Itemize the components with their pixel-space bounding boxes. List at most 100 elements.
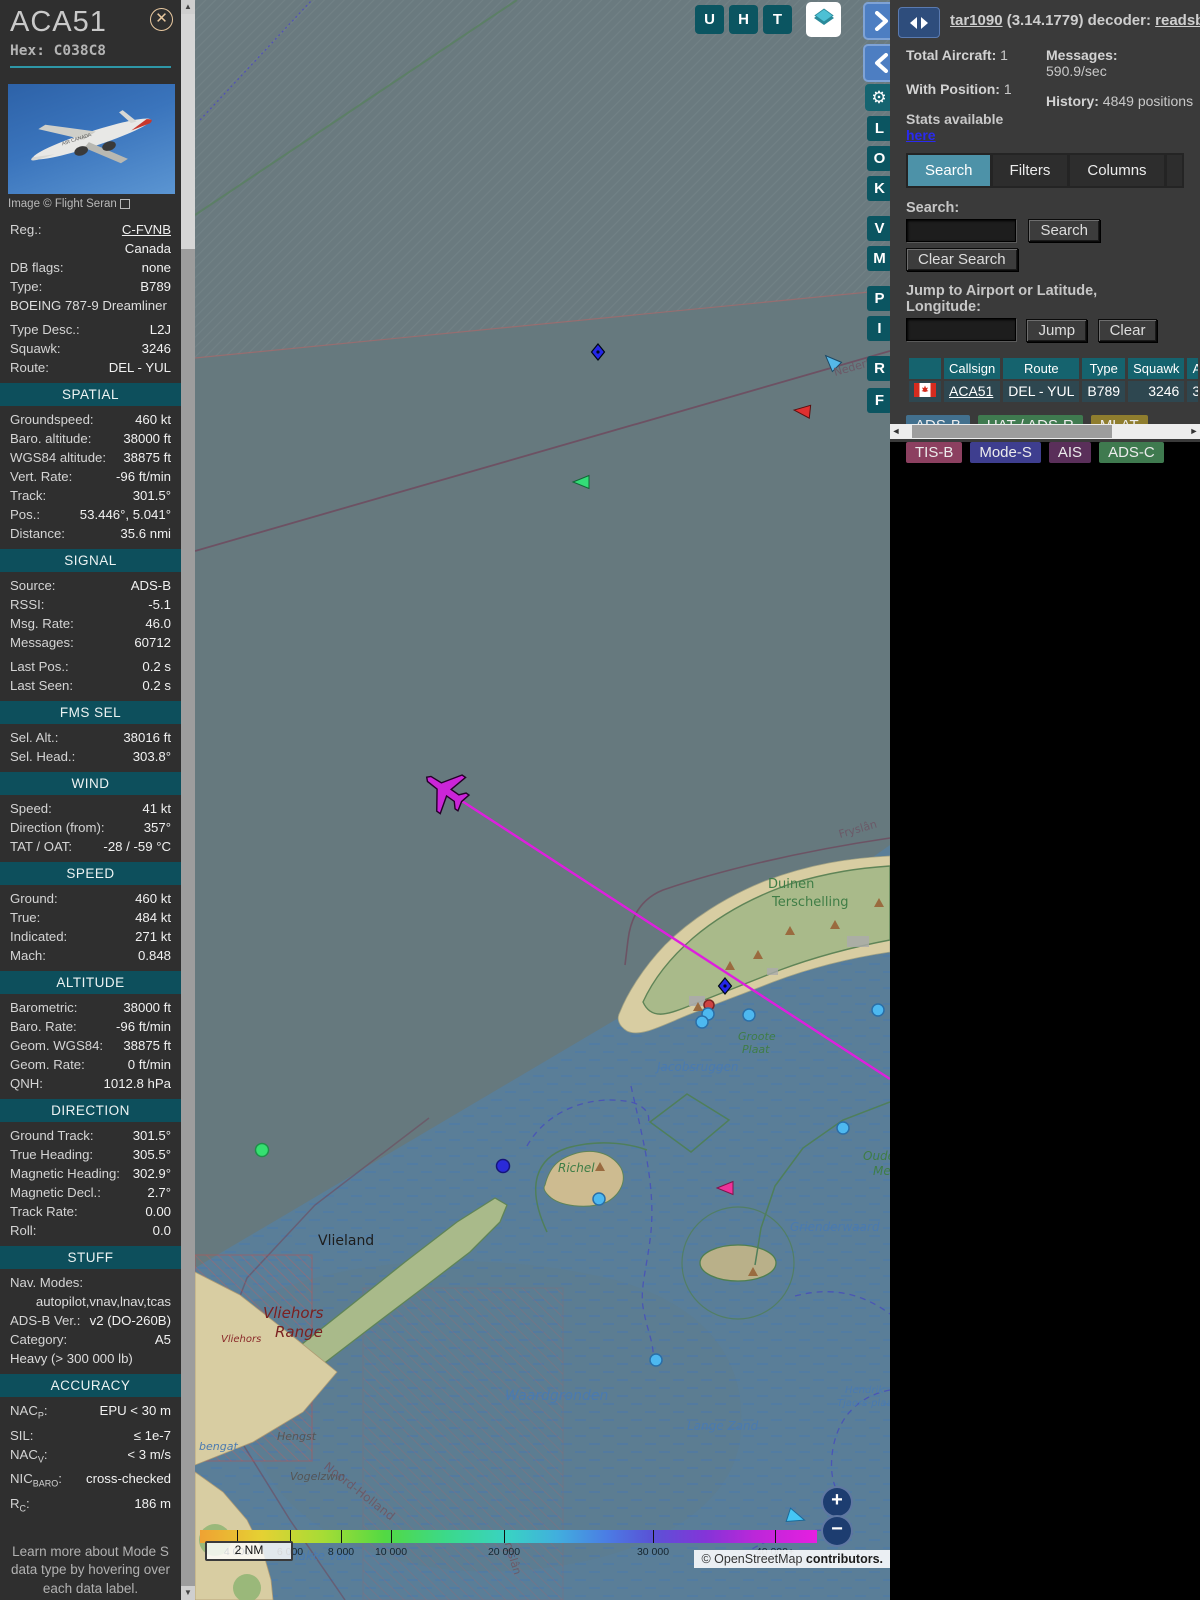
data-value: 302.9° <box>132 1166 171 1181</box>
data-label: Category: <box>10 1332 68 1347</box>
aircraft-photo[interactable]: AIR CANADA <box>8 84 175 194</box>
scroll-up-icon[interactable]: ▲ <box>181 0 195 14</box>
data-label: Sel. Alt.: <box>10 730 59 745</box>
data-label: NACP: <box>10 1403 48 1421</box>
map-button-P[interactable]: P <box>867 286 892 311</box>
section-header: SIGNAL <box>0 549 181 572</box>
jump-input[interactable] <box>906 318 1016 342</box>
zoom-in-button[interactable]: + <box>821 1486 853 1518</box>
zoom-out-button[interactable]: − <box>821 1515 853 1547</box>
scrollbar-thumb[interactable] <box>181 14 195 249</box>
data-label: NACV: <box>10 1446 48 1465</box>
callsign-link[interactable]: ACA51 <box>949 383 993 399</box>
close-icon[interactable]: ✕ <box>150 8 173 31</box>
data-row: Ground: 460 kt <box>0 889 181 908</box>
aircraft-marker[interactable] <box>695 1015 709 1029</box>
data-row: Sel. Head.: 303.8° <box>0 747 181 766</box>
data-label: QNH: <box>10 1076 43 1091</box>
data-label: Squawk: <box>10 341 61 356</box>
data-row: Geom. Rate: 0 ft/min <box>0 1055 181 1074</box>
data-label: Ground Track: <box>10 1128 94 1143</box>
jump-clear-button[interactable]: Clear <box>1097 318 1158 342</box>
data-label: Track Rate: <box>10 1204 78 1219</box>
map-button-T[interactable]: T <box>763 5 792 34</box>
scroll-down-icon[interactable]: ▼ <box>181 1586 195 1600</box>
jump-button[interactable]: Jump <box>1026 318 1088 342</box>
map-button-M[interactable]: M <box>867 246 892 271</box>
map-attribution[interactable]: © OpenStreetMap contributors. <box>694 1550 890 1568</box>
column-header[interactable]: Route <box>1003 357 1080 379</box>
column-header[interactable]: Alt. (ft) <box>1187 357 1198 379</box>
data-row: Track: 301.5° <box>0 486 181 505</box>
map-button-H[interactable]: H <box>729 5 758 34</box>
scroll-left-icon[interactable]: ◄ <box>890 424 902 439</box>
panel-collapse-toggle[interactable] <box>898 7 940 38</box>
app-name-link[interactable]: tar1090 <box>950 12 1003 29</box>
column-header[interactable]: Type <box>1082 357 1126 379</box>
data-value: 38000 ft <box>123 1000 171 1015</box>
data-label: Baro. Rate: <box>10 1019 77 1034</box>
data-row: Groundspeed: 460 kt <box>0 410 181 429</box>
map-button-K[interactable]: K <box>867 176 892 201</box>
tab-search[interactable]: Search <box>908 155 990 187</box>
stats-here-link[interactable]: here <box>906 127 936 143</box>
data-label: RSSI: <box>10 597 45 612</box>
tab-columns[interactable]: Columns <box>1070 155 1164 187</box>
decoder-link[interactable]: readsb <box>1155 12 1200 29</box>
aircraft-marker[interactable] <box>592 1192 606 1206</box>
table-row[interactable]: ACA51 DEL - YULB789324638000 <box>909 380 1198 402</box>
aircraft-marker[interactable] <box>649 1353 663 1367</box>
left-scrollbar[interactable]: ▲ ▼ <box>181 0 195 1600</box>
route-cell: DEL - YUL <box>1003 380 1080 402</box>
data-value: Canada <box>124 241 171 256</box>
search-button[interactable]: Search <box>1028 219 1100 243</box>
aircraft-marker[interactable] <box>254 1142 270 1158</box>
legend-tick-label: 30 000 <box>636 1546 670 1558</box>
aircraft-marker[interactable] <box>495 1158 511 1174</box>
column-header[interactable] <box>909 357 941 379</box>
map-button-R[interactable]: R <box>867 356 892 381</box>
map-button-L[interactable]: L <box>867 116 892 141</box>
photo-credit[interactable]: Image © Flight Seran <box>8 198 181 210</box>
gear-icon[interactable]: ⚙ <box>865 84 893 111</box>
hscroll-thumb[interactable] <box>912 425 1112 438</box>
place-label: Vliehors <box>221 1334 261 1345</box>
data-row: Type Desc.: L2J <box>0 320 181 339</box>
aircraft-callsign: ACA51 <box>10 6 107 38</box>
aircraft-marker[interactable] <box>871 1003 885 1017</box>
data-row: Geom. WGS84: 38875 ft <box>0 1036 181 1055</box>
clear-search-button[interactable]: Clear Search <box>906 248 1018 272</box>
data-label: Indicated: <box>10 929 68 944</box>
map[interactable]: Nederlân Fryslân Duinen Terschelling Groote P… <box>195 0 890 1600</box>
altitude-cell: 38000 <box>1187 380 1198 402</box>
aircraft-marker[interactable] <box>742 1008 756 1022</box>
map-button-V[interactable]: V <box>867 216 892 241</box>
data-label: Baro. altitude: <box>10 431 92 446</box>
squawk-cell: 3246 <box>1128 380 1185 402</box>
map-button-I[interactable]: I <box>867 316 892 341</box>
data-label: SIL: <box>10 1427 34 1443</box>
column-header[interactable]: Callsign <box>944 357 1001 379</box>
layers-icon[interactable] <box>806 2 841 37</box>
map-button-U[interactable]: U <box>695 5 724 34</box>
data-label: Geom. Rate: <box>10 1057 85 1072</box>
town-midsland <box>767 968 778 975</box>
data-value: EPU < 30 m <box>99 1403 171 1418</box>
data-row: Canada <box>0 239 181 258</box>
map-button-F[interactable]: F <box>867 388 892 413</box>
data-row: Category: A5 <box>0 1330 181 1349</box>
place-label: Meep <box>873 1164 890 1178</box>
column-header[interactable]: Squawk <box>1128 357 1185 379</box>
data-row: Heavy (> 300 000 lb) <box>10 1351 133 1366</box>
search-input[interactable] <box>906 219 1016 243</box>
tab-filters[interactable]: Filters <box>992 155 1068 187</box>
data-value: 271 kt <box>135 929 171 944</box>
data-row: BOEING 787-9 Dreamliner <box>10 298 167 313</box>
horizontal-scrollbar[interactable]: ◄ ► <box>890 424 1200 439</box>
registration-link[interactable]: C-FVNB <box>122 220 171 239</box>
map-button-O[interactable]: O <box>867 146 892 171</box>
aircraft-marker[interactable] <box>836 1121 850 1135</box>
scroll-right-icon[interactable]: ► <box>1188 424 1200 439</box>
legend-tick-label: 10 000 <box>374 1546 408 1558</box>
data-row: True Heading: 305.5° <box>0 1145 181 1164</box>
